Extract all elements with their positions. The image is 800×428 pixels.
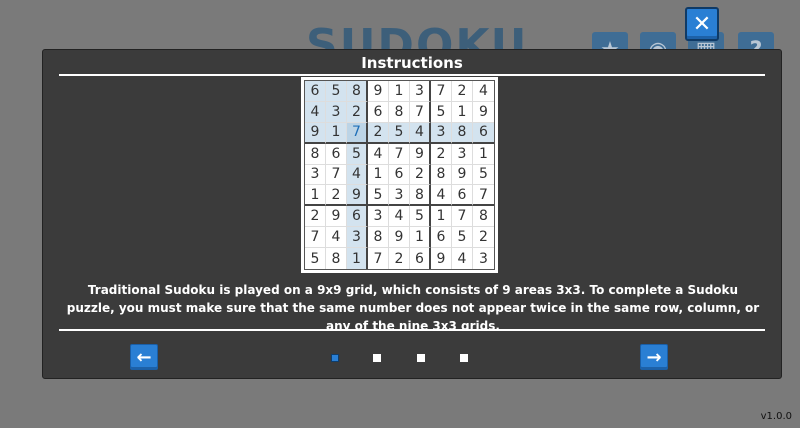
sudoku-cell[interactable]: 7 <box>452 206 473 228</box>
instructions-modal: Instructions 658913724432687519917254386… <box>42 49 782 379</box>
arrow-left-icon: ← <box>136 346 152 368</box>
sudoku-cell[interactable]: 4 <box>347 164 368 186</box>
sudoku-cell[interactable]: 7 <box>473 185 494 207</box>
sudoku-cell[interactable]: 2 <box>431 143 452 165</box>
sudoku-cell[interactable]: 9 <box>347 185 368 207</box>
sudoku-cell[interactable]: 7 <box>347 122 368 144</box>
sudoku-cell[interactable]: 6 <box>305 81 326 102</box>
sudoku-cell[interactable]: 3 <box>410 81 431 102</box>
modal-title: Instructions <box>361 54 463 72</box>
sudoku-cell[interactable]: 2 <box>326 185 347 207</box>
sudoku-cell[interactable]: 9 <box>410 143 431 165</box>
sudoku-cell[interactable]: 8 <box>347 81 368 102</box>
sudoku-cell[interactable]: 6 <box>452 185 473 207</box>
sudoku-cell[interactable]: 1 <box>347 248 368 269</box>
sudoku-cell[interactable]: 5 <box>410 206 431 228</box>
sudoku-cell[interactable]: 2 <box>410 164 431 186</box>
page-dot-2[interactable] <box>373 354 381 362</box>
instructions-text: Traditional Sudoku is played on a 9x9 gr… <box>66 283 760 329</box>
sudoku-cell[interactable]: 3 <box>326 101 347 123</box>
sudoku-cell[interactable]: 5 <box>347 143 368 165</box>
sudoku-cell[interactable]: 6 <box>389 164 410 186</box>
previous-button[interactable]: ← <box>130 344 158 370</box>
sudoku-cell[interactable]: 7 <box>431 81 452 102</box>
sudoku-cell[interactable]: 8 <box>368 227 389 249</box>
sudoku-cell[interactable]: 2 <box>347 101 368 123</box>
top-divider <box>59 74 765 76</box>
sudoku-cell[interactable]: 7 <box>305 227 326 249</box>
sudoku-cell[interactable]: 1 <box>473 143 494 165</box>
sudoku-cell[interactable]: 6 <box>431 227 452 249</box>
sudoku-cell[interactable]: 9 <box>305 122 326 144</box>
sudoku-cell[interactable]: 5 <box>305 248 326 269</box>
sudoku-cell[interactable]: 4 <box>368 143 389 165</box>
sudoku-cell[interactable]: 1 <box>326 122 347 144</box>
sudoku-cell[interactable]: 4 <box>431 185 452 207</box>
sudoku-cell[interactable]: 4 <box>473 81 494 102</box>
sudoku-cell[interactable]: 8 <box>431 164 452 186</box>
sudoku-cell[interactable]: 6 <box>368 101 389 123</box>
sudoku-cell[interactable]: 1 <box>431 206 452 228</box>
sudoku-cell[interactable]: 6 <box>326 143 347 165</box>
sudoku-cell[interactable]: 8 <box>389 101 410 123</box>
sudoku-cell[interactable]: 5 <box>431 101 452 123</box>
sudoku-cell[interactable]: 1 <box>305 185 326 207</box>
sudoku-cell[interactable]: 8 <box>452 122 473 144</box>
sudoku-cell[interactable]: 8 <box>326 248 347 269</box>
sudoku-cell[interactable]: 5 <box>368 185 389 207</box>
sudoku-cell[interactable]: 8 <box>473 206 494 228</box>
close-icon: ✕ <box>692 11 712 37</box>
arrow-right-icon: → <box>646 346 662 368</box>
sudoku-cell[interactable]: 5 <box>389 122 410 144</box>
page-dot-3[interactable] <box>417 354 425 362</box>
page-dot-4[interactable] <box>460 354 468 362</box>
sudoku-cell[interactable]: 6 <box>347 206 368 228</box>
sudoku-cell[interactable]: 6 <box>410 248 431 269</box>
sudoku-grid: 6589137244326875199172543868654792313741… <box>304 80 495 270</box>
sudoku-cell[interactable]: 2 <box>389 248 410 269</box>
page-dot-1[interactable] <box>331 354 339 362</box>
sudoku-cell[interactable]: 8 <box>410 185 431 207</box>
sudoku-cell[interactable]: 5 <box>452 227 473 249</box>
close-button[interactable]: ✕ <box>685 7 719 41</box>
sudoku-cell[interactable]: 1 <box>452 101 473 123</box>
sudoku-cell[interactable]: 3 <box>452 143 473 165</box>
sudoku-cell[interactable]: 4 <box>389 206 410 228</box>
sudoku-cell[interactable]: 1 <box>368 164 389 186</box>
next-button[interactable]: → <box>640 344 668 370</box>
sudoku-cell[interactable]: 4 <box>305 101 326 123</box>
sudoku-cell[interactable]: 9 <box>326 206 347 228</box>
sudoku-cell[interactable]: 2 <box>305 206 326 228</box>
sudoku-cell[interactable]: 9 <box>389 227 410 249</box>
sudoku-cell[interactable]: 3 <box>368 206 389 228</box>
sudoku-cell[interactable]: 7 <box>326 164 347 186</box>
sudoku-cell[interactable]: 7 <box>410 101 431 123</box>
sudoku-cell[interactable]: 5 <box>326 81 347 102</box>
sudoku-cell[interactable]: 9 <box>431 248 452 269</box>
sudoku-cell[interactable]: 4 <box>410 122 431 144</box>
sudoku-cell[interactable]: 3 <box>389 185 410 207</box>
sudoku-board: 6589137244326875199172543868654792313741… <box>301 77 498 273</box>
sudoku-cell[interactable]: 3 <box>431 122 452 144</box>
sudoku-cell[interactable]: 3 <box>347 227 368 249</box>
sudoku-cell[interactable]: 6 <box>473 122 494 144</box>
sudoku-cell[interactable]: 9 <box>473 101 494 123</box>
sudoku-cell[interactable]: 2 <box>452 81 473 102</box>
sudoku-cell[interactable]: 9 <box>452 164 473 186</box>
sudoku-cell[interactable]: 2 <box>368 122 389 144</box>
sudoku-cell[interactable]: 9 <box>368 81 389 102</box>
sudoku-cell[interactable]: 3 <box>473 248 494 269</box>
sudoku-cell[interactable]: 1 <box>410 227 431 249</box>
sudoku-cell[interactable]: 8 <box>305 143 326 165</box>
sudoku-cell[interactable]: 1 <box>389 81 410 102</box>
sudoku-cell[interactable]: 4 <box>452 248 473 269</box>
sudoku-cell[interactable]: 7 <box>389 143 410 165</box>
sudoku-cell[interactable]: 2 <box>473 227 494 249</box>
sudoku-cell[interactable]: 5 <box>473 164 494 186</box>
sudoku-cell[interactable]: 3 <box>305 164 326 186</box>
bottom-divider <box>59 329 765 331</box>
sudoku-cell[interactable]: 7 <box>368 248 389 269</box>
sudoku-cell[interactable]: 4 <box>326 227 347 249</box>
version-label: v1.0.0 <box>760 411 792 422</box>
